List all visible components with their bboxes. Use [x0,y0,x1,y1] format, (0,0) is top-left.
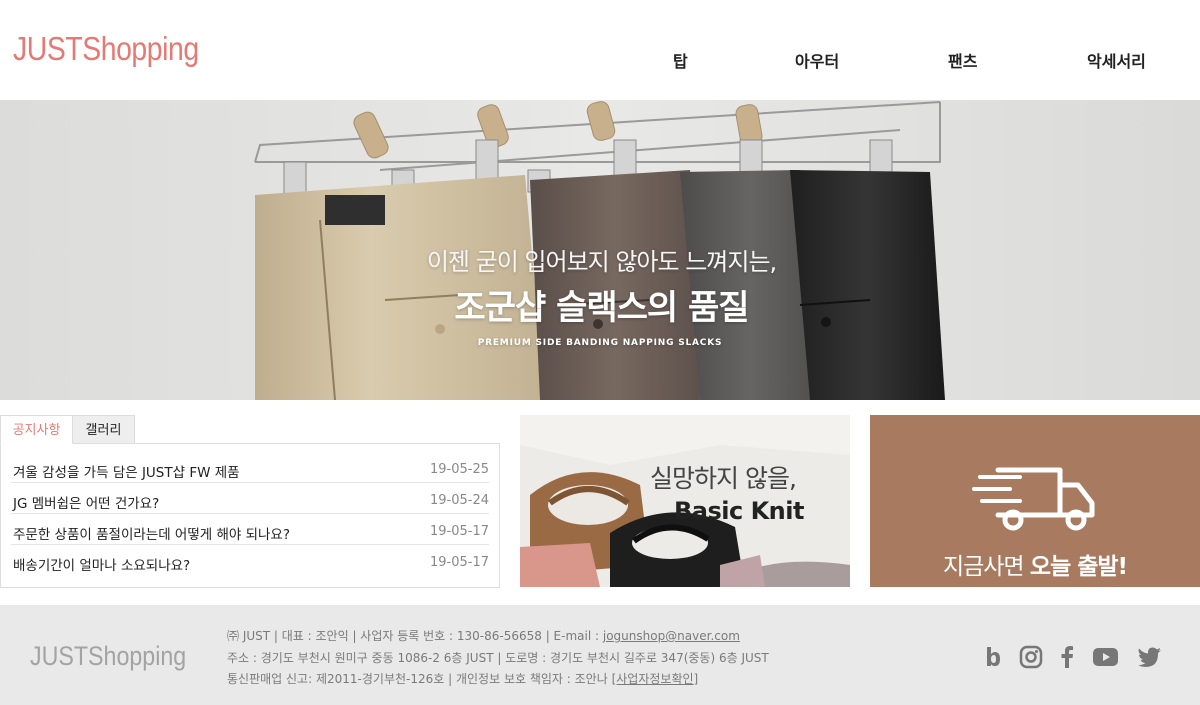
nav-item-accessory[interactable]: 악세서리 [1087,48,1146,72]
post-title[interactable]: 겨울 감성을 가득 담은 JUST샵 FW 제품 [13,461,240,481]
hero-banner[interactable]: 이젠 굳이 입어보지 않아도 느껴지는, 조군샵 슬랙스의 품질 PREMIUM… [0,100,1200,400]
post-date: 19-05-25 [429,462,489,477]
site-header: JUSTShopping 탑 아우터 팬츠 악세서리 [0,0,1200,100]
company-line1-text: ㈜ JUST | 대표 : 조안익 | 사업자 등록 번호 : 130-86-5… [227,629,603,643]
delivery-text-bold: 오늘 출발! [1029,554,1128,580]
tab-gallery[interactable]: 갤러리 [73,415,135,444]
post-row[interactable]: JG 멤버쉽은 어떤 건가요? 19-05-24 [11,483,489,514]
post-date: 19-05-24 [429,493,489,508]
notice-board: 공지사항 갤러리 겨울 감성을 가득 담은 JUST샵 FW 제품 19-05-… [0,415,500,588]
banner-caption: PREMIUM SIDE BANDING NAPPING SLACKS [477,338,723,348]
post-row[interactable]: 주문한 상품이 품절이라는데 어떻게 해야 되나요? 19-05-17 [11,514,489,545]
knit-headline: 실망하지 않을, [650,464,797,493]
nav-item-pants[interactable]: 팬츠 [948,48,977,72]
post-list: 겨울 감성을 가득 담은 JUST샵 FW 제품 19-05-25 JG 멤버쉽… [0,443,500,588]
nav-item-top[interactable]: 탑 [673,48,688,72]
company-info-line3: 통신판매업 신고: 제2011-경기부천-126호 | 개인정보 보호 책임자 … [227,669,769,691]
company-info: ㈜ JUST | 대표 : 조안익 | 사업자 등록 번호 : 130-86-5… [227,626,769,691]
delivery-headline: 지금사면 오늘 출발! [870,547,1200,581]
youtube-icon[interactable] [1092,645,1119,669]
same-day-delivery-promo[interactable]: 지금사면 오늘 출발! [870,415,1200,587]
facebook-icon[interactable] [1060,645,1074,669]
post-date: 19-05-17 [429,524,489,539]
post-row[interactable]: 배송기간이 얼마나 소요되나요? 19-05-17 [11,545,489,576]
footer-logo[interactable]: JUSTShopping [30,641,186,672]
banner-title: 조군샵 슬랙스의 품질 [454,288,749,328]
post-title[interactable]: 배송기간이 얼마나 소요되나요? [13,554,190,574]
blog-b-icon[interactable] [985,645,1001,669]
knit-title: Basic Knit [674,497,804,525]
post-row[interactable]: 겨울 감성을 가득 담은 JUST샵 FW 제품 19-05-25 [11,452,489,483]
basic-knit-promo[interactable]: 실망하지 않을, Basic Knit [520,415,850,587]
post-title[interactable]: JG 멤버쉽은 어떤 건가요? [13,492,159,512]
tab-notice[interactable]: 공지사항 [0,415,73,444]
post-title[interactable]: 주문한 상품이 품절이라는데 어떻게 해야 되나요? [13,523,290,543]
company-info-line1: ㈜ JUST | 대표 : 조안익 | 사업자 등록 번호 : 130-86-5… [227,626,769,648]
business-info-link[interactable]: [사업자정보확인] [612,672,699,686]
company-info-line2: 주소 : 경기도 부천시 원미구 중동 1086-2 6층 JUST | 도로명… [227,650,769,665]
site-footer: JUSTShopping ㈜ JUST | 대표 : 조안익 | 사업자 등록 … [0,605,1200,705]
twitter-icon[interactable] [1137,645,1162,669]
banner-subtitle: 이젠 굳이 입어보지 않아도 느껴지는, [426,248,777,276]
email-link[interactable]: jogunshop@naver.com [603,629,740,643]
delivery-text-light: 지금사면 [942,554,1030,580]
nav-item-outer[interactable]: 아우터 [795,48,839,72]
post-date: 19-05-17 [429,555,489,570]
main-nav: 탑 아우터 팬츠 악세서리 [0,48,1200,72]
instagram-icon[interactable] [1019,645,1043,669]
company-line3-text: 통신판매업 신고: 제2011-경기부천-126호 | 개인정보 보호 책임자 … [227,672,612,686]
